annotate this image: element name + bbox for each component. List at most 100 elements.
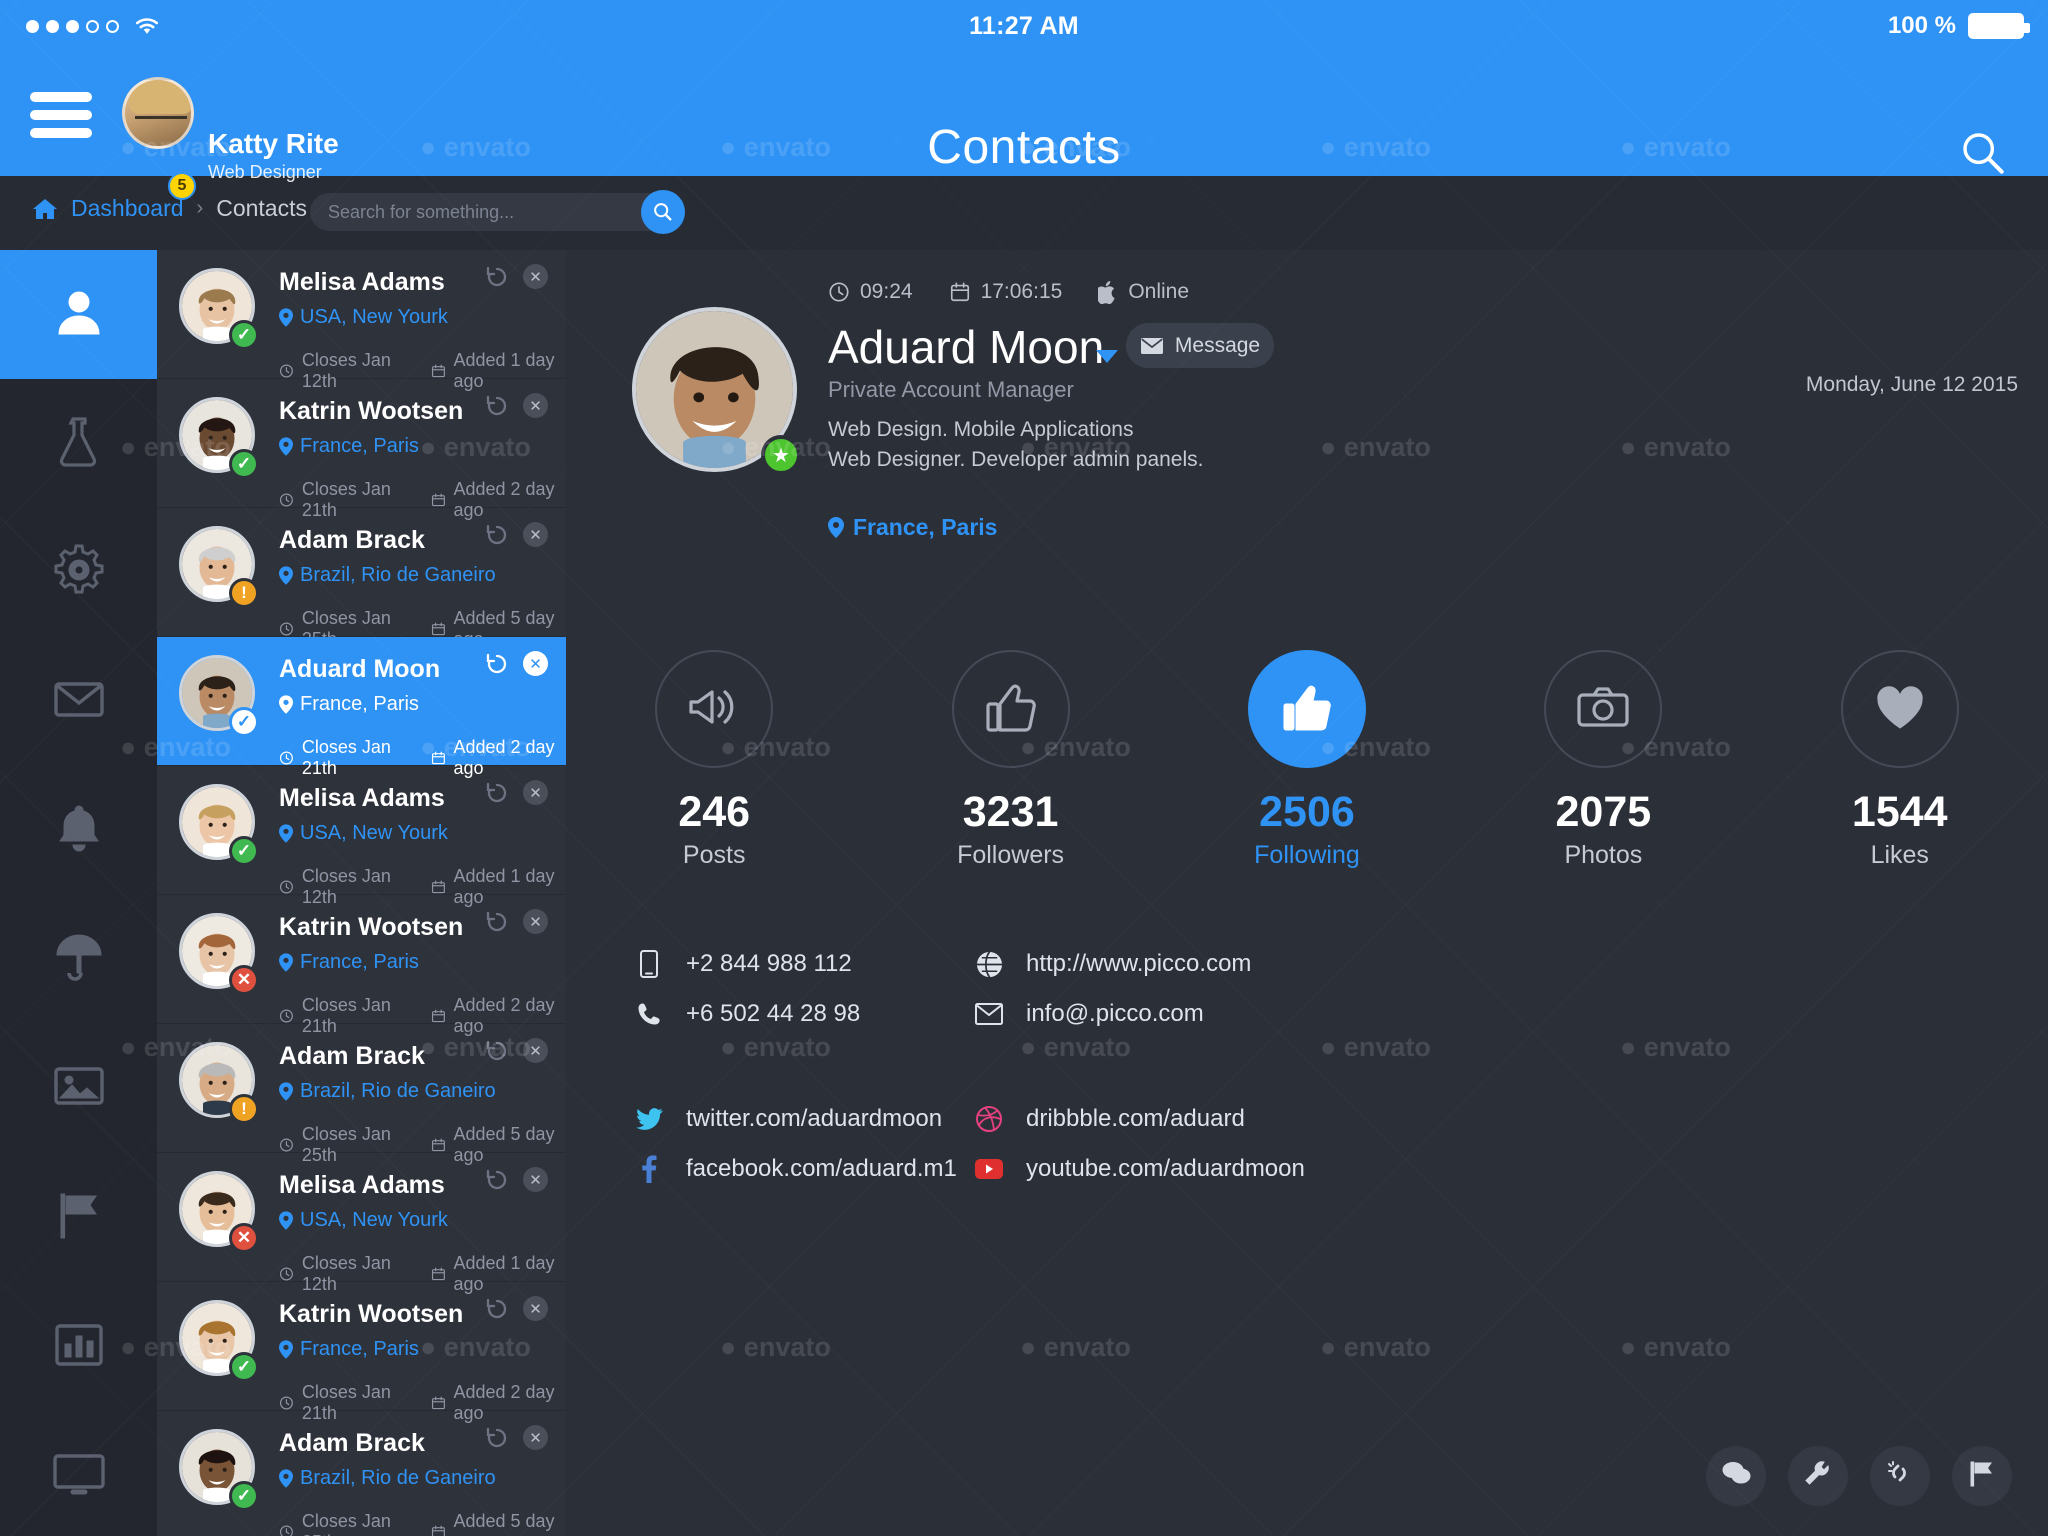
clock-icon bbox=[279, 1009, 293, 1023]
contact-detail-panel: ★ 09:24 17:06:15 Online Aduard Moon Priv… bbox=[566, 250, 2048, 1536]
contact-row-actions: ✕ bbox=[485, 393, 548, 418]
home-icon[interactable] bbox=[32, 197, 58, 221]
contact-row-actions: ✕ bbox=[485, 522, 548, 547]
stat-icon-circle bbox=[655, 650, 774, 768]
contact-list-item[interactable]: ✕ Katrin Wootsen France, Paris Closes Jan 2… bbox=[157, 895, 566, 1036]
calendar-icon bbox=[431, 622, 445, 636]
profile-role: Private Account Manager bbox=[828, 377, 1074, 402]
calendar-icon bbox=[431, 1009, 445, 1023]
page-title: Contacts bbox=[927, 121, 1121, 174]
sidebar-item-umbrella[interactable] bbox=[0, 895, 157, 1024]
sidebar-item-bell[interactable] bbox=[0, 766, 157, 895]
chevron-down-icon[interactable] bbox=[1096, 350, 1118, 363]
close-icon[interactable]: ✕ bbox=[523, 522, 548, 547]
close-icon[interactable]: ✕ bbox=[523, 1167, 548, 1192]
profile-meta: 09:24 17:06:15 Online bbox=[828, 280, 1189, 304]
contact-list-item[interactable]: ✓ Adam Brack Brazil, Rio de Ganeiro Closes … bbox=[157, 1411, 566, 1536]
search-box[interactable] bbox=[310, 190, 685, 234]
contact-location: France, Paris bbox=[279, 693, 419, 716]
message-button[interactable]: Message bbox=[1126, 323, 1274, 368]
contact-location: USA, New Yourk bbox=[279, 822, 448, 845]
sidebar-item-chart[interactable] bbox=[0, 1282, 157, 1411]
refresh-icon[interactable] bbox=[485, 1297, 509, 1321]
email-address[interactable]: info@.picco.com bbox=[974, 1000, 1204, 1028]
location-pin-icon bbox=[279, 953, 293, 972]
megaphone-icon bbox=[685, 678, 743, 741]
close-icon[interactable]: ✕ bbox=[523, 780, 548, 805]
contact-list-item[interactable]: ✓ Katrin Wootsen France, Paris Closes Jan 2… bbox=[157, 1282, 566, 1423]
stat-label: Photos bbox=[1564, 841, 1643, 869]
close-icon[interactable]: ✕ bbox=[523, 393, 548, 418]
search-input[interactable] bbox=[328, 193, 618, 231]
phone-number[interactable]: +6 502 44 28 98 bbox=[634, 1000, 974, 1028]
refresh-icon[interactable] bbox=[485, 523, 509, 547]
mobile-phone[interactable]: +2 844 988 112 bbox=[634, 950, 974, 978]
refresh-icon[interactable] bbox=[485, 1039, 509, 1063]
breadcrumb-dashboard[interactable]: Dashboard bbox=[71, 195, 184, 222]
contact-location: France, Paris bbox=[279, 951, 419, 974]
sidebar-item-flask[interactable] bbox=[0, 379, 157, 508]
sidebar-item-monitor[interactable] bbox=[0, 1411, 157, 1536]
contact-row-actions: ✕ bbox=[485, 780, 548, 805]
search-icon[interactable] bbox=[1960, 130, 2006, 176]
clock-icon bbox=[279, 751, 293, 765]
close-icon[interactable]: ✕ bbox=[523, 1296, 548, 1321]
location-pin-icon bbox=[279, 1469, 293, 1488]
clock-icon bbox=[279, 1138, 293, 1152]
sidebar-item-envelope[interactable] bbox=[0, 637, 157, 766]
mobile-icon bbox=[634, 950, 664, 978]
profile-name: Aduard Moon bbox=[828, 321, 1105, 373]
clock-icon bbox=[279, 1525, 293, 1536]
envelope-icon bbox=[51, 671, 107, 732]
fab-wrench[interactable] bbox=[1788, 1446, 1848, 1506]
close-icon[interactable]: ✕ bbox=[523, 651, 548, 676]
contact-list-item[interactable]: ! Adam Brack Brazil, Rio de Ganeiro Closes … bbox=[157, 508, 566, 649]
contact-list-item[interactable]: ✕ Melisa Adams USA, New Yourk Closes Jan 12… bbox=[157, 1153, 566, 1294]
stat-followers[interactable]: 3231 Followers bbox=[911, 650, 1111, 870]
fab-chat[interactable] bbox=[1706, 1446, 1766, 1506]
contact-name: Adam Brack bbox=[279, 1429, 425, 1457]
contact-status-badge: ✓ bbox=[229, 707, 259, 737]
contact-list[interactable]: ✓ Melisa Adams USA, New Yourk Closes Jan 12… bbox=[157, 250, 566, 1536]
contact-list-item[interactable]: ! Adam Brack Brazil, Rio de Ganeiro Closes … bbox=[157, 1024, 566, 1165]
sidebar-item-image[interactable] bbox=[0, 1024, 157, 1153]
refresh-icon[interactable] bbox=[485, 781, 509, 805]
contact-list-item[interactable]: ✓ Melisa Adams USA, New Yourk Closes Jan 12… bbox=[157, 766, 566, 907]
close-icon[interactable]: ✕ bbox=[523, 909, 548, 934]
stat-label: Following bbox=[1254, 841, 1360, 869]
stat-photos[interactable]: 2075 Photos bbox=[1503, 650, 1703, 870]
refresh-icon[interactable] bbox=[485, 910, 509, 934]
contact-list-item[interactable]: ✓ Aduard Moon France, Paris Closes Jan 21th… bbox=[157, 637, 566, 778]
contact-meta: Closes Jan 25th Added 5 day ago bbox=[279, 1511, 566, 1536]
refresh-icon[interactable] bbox=[485, 265, 509, 289]
fab-broken-link[interactable] bbox=[1870, 1446, 1930, 1506]
stat-posts[interactable]: 246 Posts bbox=[614, 650, 814, 870]
sidebar-item-gear[interactable] bbox=[0, 508, 157, 637]
facebook-link[interactable]: facebook.com/aduard.m1 bbox=[634, 1155, 974, 1183]
stat-following[interactable]: 2506 Following bbox=[1207, 650, 1407, 870]
stat-likes[interactable]: 1544 Likes bbox=[1800, 650, 2000, 870]
stat-icon-circle bbox=[1544, 650, 1663, 768]
refresh-icon[interactable] bbox=[485, 1168, 509, 1192]
close-icon[interactable]: ✕ bbox=[523, 264, 548, 289]
close-icon[interactable]: ✕ bbox=[523, 1038, 548, 1063]
search-submit-button[interactable] bbox=[641, 190, 685, 234]
sidebar-item-user[interactable] bbox=[0, 250, 157, 379]
refresh-icon[interactable] bbox=[485, 652, 509, 676]
close-icon[interactable]: ✕ bbox=[523, 1425, 548, 1450]
youtube-link[interactable]: youtube.com/aduardmoon bbox=[974, 1155, 1305, 1183]
profile-description: Web Design. Mobile Applications Web Desi… bbox=[828, 415, 1204, 475]
sidebar-item-flag[interactable] bbox=[0, 1153, 157, 1282]
fab-flag[interactable] bbox=[1952, 1446, 2012, 1506]
twitter-link[interactable]: twitter.com/aduardmoon bbox=[634, 1105, 974, 1133]
refresh-icon[interactable] bbox=[485, 394, 509, 418]
dribbble-link[interactable]: dribbble.com/aduard bbox=[974, 1105, 1245, 1133]
calendar-icon bbox=[431, 364, 445, 378]
notification-badge[interactable]: 5 bbox=[168, 172, 196, 200]
contact-list-item[interactable]: ✓ Katrin Wootsen France, Paris Closes Jan 2… bbox=[157, 379, 566, 520]
website-link[interactable]: http://www.picco.com bbox=[974, 950, 1251, 978]
chart-icon bbox=[51, 1316, 107, 1377]
contact-list-item[interactable]: ✓ Melisa Adams USA, New Yourk Closes Jan 12… bbox=[157, 250, 566, 391]
refresh-icon[interactable] bbox=[485, 1426, 509, 1450]
flag-icon bbox=[51, 1187, 107, 1248]
